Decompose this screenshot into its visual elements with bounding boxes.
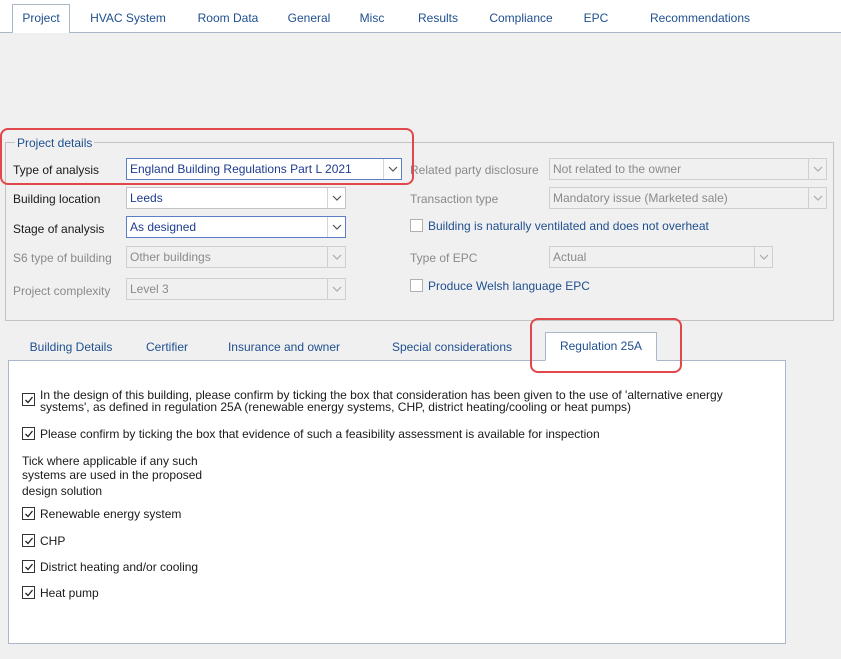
s6-type-label: S6 type of building: [13, 251, 112, 265]
chevron-down-icon: [808, 188, 826, 208]
s6-type-value: Other buildings: [130, 250, 211, 264]
tab-misc[interactable]: Misc: [352, 7, 392, 33]
building-location-select[interactable]: Leeds: [126, 187, 346, 209]
tick-note-line1: Tick where applicable if any such: [22, 454, 198, 468]
tab-results[interactable]: Results: [410, 7, 466, 33]
tab-certifier[interactable]: Certifier: [135, 336, 199, 360]
tab-recommendations[interactable]: Recommendations: [640, 7, 760, 33]
type-of-analysis-highlight: [0, 128, 414, 185]
tab-room-data[interactable]: Room Data: [189, 7, 267, 33]
welsh-epc-label: Produce Welsh language EPC: [428, 279, 590, 293]
checkmark-icon: [25, 537, 34, 545]
tab-hvac-system[interactable]: HVAC System: [82, 7, 174, 33]
tab-special-considerations[interactable]: Special considerations: [380, 336, 524, 360]
confirm-alt-energy-line2: systems', as defined in regulation 25A (…: [40, 400, 632, 414]
project-complexity-select[interactable]: Level 3: [126, 278, 346, 300]
renewable-label: Renewable energy system: [40, 507, 182, 521]
welsh-epc-checkbox[interactable]: [410, 279, 423, 292]
chp-label: CHP: [40, 534, 66, 548]
building-location-label: Building location: [13, 192, 101, 206]
chevron-down-icon: [327, 247, 345, 267]
checkmark-icon: [25, 563, 34, 571]
s6-type-select[interactable]: Other buildings: [126, 246, 346, 268]
transaction-type-select[interactable]: Mandatory issue (Marketed sale): [549, 187, 827, 209]
tab-project[interactable]: Project: [12, 4, 70, 34]
project-complexity-label: Project complexity: [13, 284, 111, 298]
building-location-value: Leeds: [130, 191, 163, 205]
confirm-feasibility-checkbox[interactable]: [22, 427, 35, 440]
chevron-down-icon: [754, 247, 772, 267]
related-party-value: Not related to the owner: [553, 162, 682, 176]
chevron-down-icon: [327, 279, 345, 299]
naturally-ventilated-label: Building is naturally ventilated and doe…: [428, 219, 709, 233]
related-party-label: Related party disclosure: [410, 163, 539, 177]
transaction-type-label: Transaction type: [410, 192, 499, 206]
checkmark-icon: [25, 396, 34, 404]
type-of-epc-value: Actual: [553, 250, 587, 264]
type-of-epc-label: Type of EPC: [410, 251, 478, 265]
type-of-epc-select[interactable]: Actual: [549, 246, 773, 268]
tab-general[interactable]: General: [280, 7, 338, 33]
stage-of-analysis-value: As designed: [130, 220, 197, 234]
stage-of-analysis-select[interactable]: As designed: [126, 216, 346, 238]
checkmark-icon: [25, 510, 34, 518]
tab-building-details[interactable]: Building Details: [18, 336, 124, 360]
chevron-down-icon[interactable]: [327, 188, 345, 208]
project-complexity-value: Level 3: [130, 282, 169, 296]
transaction-type-value: Mandatory issue (Marketed sale): [553, 191, 728, 205]
heat-pump-checkbox[interactable]: [22, 586, 35, 599]
tick-note-line3: design solution: [22, 484, 103, 498]
tab-insurance-and-owner[interactable]: Insurance and owner: [218, 336, 350, 360]
main-tab-bar: Project HVAC System Room Data General Mi…: [0, 0, 841, 34]
district-checkbox[interactable]: [22, 560, 35, 573]
stage-of-analysis-label: Stage of analysis: [13, 222, 105, 236]
chevron-down-icon[interactable]: [327, 217, 345, 237]
naturally-ventilated-checkbox[interactable]: [410, 219, 423, 232]
checkmark-icon: [25, 430, 34, 438]
related-party-select[interactable]: Not related to the owner: [549, 158, 827, 180]
confirm-feasibility-label: Please confirm by ticking the box that e…: [40, 427, 600, 441]
tab-regulation-25a[interactable]: Regulation 25A: [545, 332, 657, 361]
district-label: District heating and/or cooling: [40, 560, 199, 574]
confirm-alt-energy-checkbox[interactable]: [22, 393, 35, 406]
chp-checkbox[interactable]: [22, 534, 35, 547]
chevron-down-icon: [808, 159, 826, 179]
tab-epc[interactable]: EPC: [578, 7, 614, 33]
tick-note-line2: systems are used in the proposed: [22, 468, 203, 482]
renewable-checkbox[interactable]: [22, 507, 35, 520]
heat-pump-label: Heat pump: [40, 586, 99, 600]
tab-compliance[interactable]: Compliance: [481, 7, 561, 33]
checkmark-icon: [25, 589, 34, 597]
